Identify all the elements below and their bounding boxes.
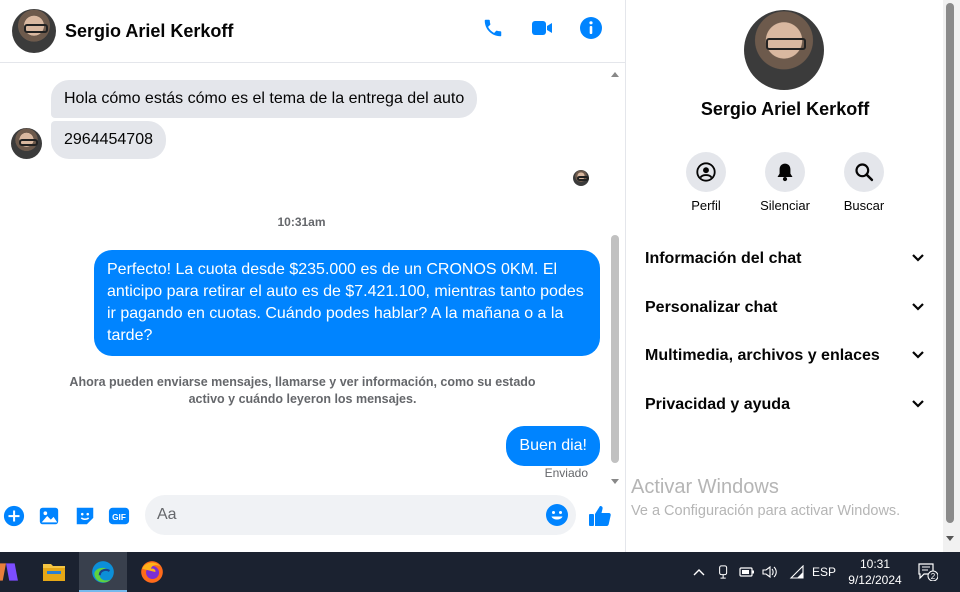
page-scrollbar[interactable] [943, 0, 960, 552]
notification-count: 2 [931, 572, 936, 581]
edge-icon[interactable] [79, 552, 127, 592]
info-icon[interactable] [579, 16, 603, 40]
search-button[interactable]: Buscar [844, 152, 885, 213]
battery-icon[interactable] [737, 552, 757, 592]
clock-date: 9/12/2024 [848, 573, 902, 587]
profile-label: Perfil [691, 198, 721, 213]
tray-overflow-icon[interactable] [690, 552, 708, 592]
like-icon[interactable] [588, 504, 612, 528]
page-scroll-thumb[interactable] [946, 3, 954, 523]
incoming-message[interactable]: 2964454708 [51, 121, 166, 159]
search-label: Buscar [843, 198, 885, 213]
menu-item-label: Multimedia, archivos y enlaces [645, 347, 880, 365]
menu-media-files[interactable]: Multimedia, archivos y enlaces [645, 332, 925, 381]
windows-taskbar: ESP 10:31 9/12/2024 2 [0, 552, 960, 592]
profile-actions: Perfil Silenciar Buscar [626, 152, 944, 213]
watermark-subtitle: Ve a Configuración para activar Windows. [631, 503, 901, 519]
clock-time: 10:31 [859, 557, 891, 571]
details-menu: Información del chat Personalizar chat M… [645, 235, 925, 429]
menu-item-label: Personalizar chat [645, 298, 778, 316]
volume-icon[interactable] [760, 552, 780, 592]
watermark-title: Activar Windows [631, 476, 779, 498]
add-icon[interactable] [2, 504, 26, 528]
notifications-icon[interactable]: 2 [914, 552, 942, 592]
header-actions [481, 16, 603, 40]
menu-privacy-help[interactable]: Privacidad y ayuda [645, 381, 925, 430]
phone-icon[interactable] [481, 16, 505, 40]
outgoing-message[interactable]: Perfecto! La cuota desde $235.000 es de … [94, 250, 600, 356]
profile-button[interactable]: Perfil [686, 152, 727, 213]
chevron-down-icon [912, 399, 924, 408]
svg-text:GIF: GIF [112, 513, 126, 522]
language-indicator[interactable]: ESP [810, 552, 838, 592]
chat-details-panel: Sergio Ariel Kerkoff Perfil Silenciar Bu… [625, 0, 960, 552]
bell-icon[interactable] [765, 152, 805, 192]
menu-item-label: Privacidad y ayuda [645, 395, 790, 413]
chevron-down-icon [912, 351, 924, 359]
page-scroll-down-arrow[interactable] [946, 536, 954, 541]
windows-activation-watermark: Activar Windows Ve a Configuración para … [631, 476, 900, 519]
seen-indicator-avatar [573, 170, 589, 186]
message-list[interactable]: Hola cómo estás cómo es el tema de la en… [0, 64, 625, 489]
gif-icon[interactable]: GIF [107, 504, 131, 528]
connection-notice: Ahora pueden enviarse mensajes, llamarse… [69, 375, 536, 406]
sender-avatar[interactable] [11, 128, 42, 159]
contact-name[interactable]: Sergio Ariel Kerkoff [65, 21, 233, 42]
file-explorer-icon[interactable] [30, 552, 78, 592]
menu-customize-chat[interactable]: Personalizar chat [645, 284, 925, 333]
delivery-status: Enviado [544, 466, 588, 480]
messenger-window: Sergio Ariel Kerkoff Hola cómo estás cóm… [0, 0, 960, 552]
copilot-icon[interactable] [0, 552, 30, 592]
mute-label: Silenciar [760, 198, 810, 213]
outgoing-message[interactable]: Buen dia! [506, 426, 600, 466]
message-composer: GIF [0, 489, 625, 549]
sticker-icon[interactable] [73, 504, 97, 528]
menu-item-label: Información del chat [645, 250, 802, 268]
system-clock[interactable]: 10:31 9/12/2024 [842, 556, 908, 588]
chat-header: Sergio Ariel Kerkoff [0, 0, 625, 63]
wifi-icon[interactable] [787, 552, 807, 592]
scroll-up-arrow[interactable] [611, 72, 619, 77]
chat-scrollbar[interactable] [608, 70, 622, 486]
menu-chat-info[interactable]: Información del chat [645, 235, 925, 284]
incoming-message[interactable]: Hola cómo estás cómo es el tema de la en… [51, 80, 478, 118]
contact-avatar[interactable] [12, 9, 56, 53]
meet-now-icon[interactable] [714, 552, 734, 592]
profile-name: Sergio Ariel Kerkoff [700, 99, 870, 119]
firefox-icon[interactable] [128, 552, 176, 592]
photo-icon[interactable] [37, 504, 61, 528]
profile-icon[interactable] [686, 152, 726, 192]
message-input[interactable] [145, 495, 576, 535]
scroll-down-arrow[interactable] [611, 479, 619, 484]
chevron-down-icon [912, 302, 924, 311]
chevron-down-icon [912, 254, 924, 262]
emoji-icon[interactable] [545, 503, 569, 527]
search-icon[interactable] [844, 152, 884, 192]
scroll-thumb[interactable] [611, 235, 619, 463]
video-call-icon[interactable] [530, 16, 554, 40]
mute-button[interactable]: Silenciar [760, 152, 810, 213]
profile-avatar[interactable] [744, 10, 824, 90]
message-timestamp: 10:31am [277, 215, 326, 229]
